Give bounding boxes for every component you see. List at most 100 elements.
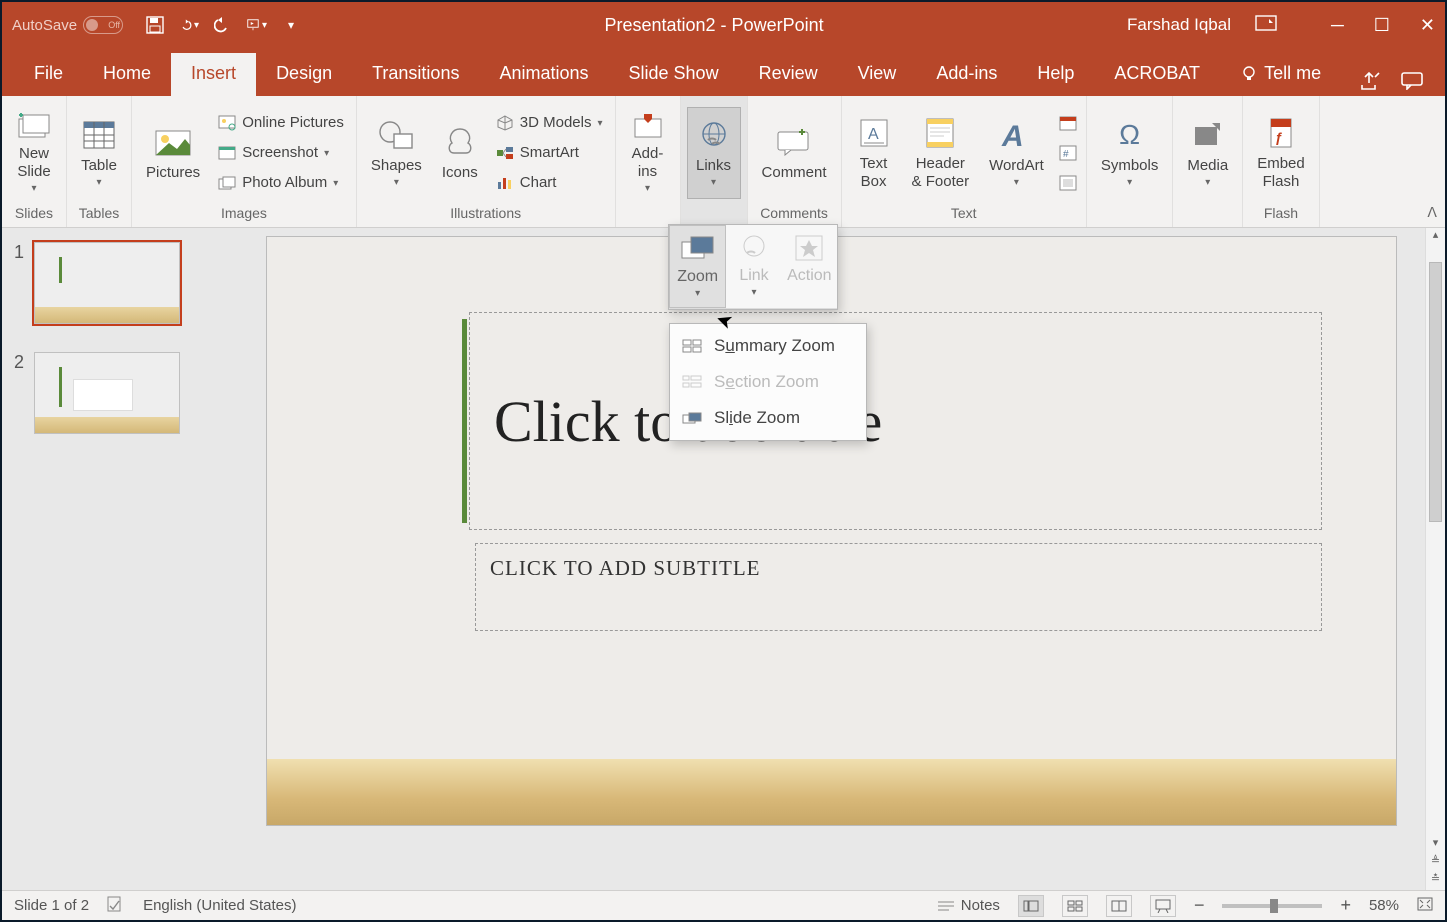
scroll-down-arrow[interactable]: ▾ (1426, 836, 1445, 854)
title-placeholder-box[interactable]: Click to add title (469, 312, 1322, 530)
comment-button[interactable]: Comment (754, 107, 835, 199)
shapes-button[interactable]: Shapes ▾ (363, 107, 430, 199)
zoom-in-button[interactable]: + (1340, 895, 1351, 916)
maximize-button[interactable]: ☐ (1374, 15, 1390, 36)
object-button[interactable] (1056, 168, 1080, 198)
tellme-label: Tell me (1264, 63, 1321, 84)
toggle-switch[interactable]: Off (83, 16, 123, 34)
photo-album-label: Photo Album (242, 174, 327, 192)
save-icon[interactable] (145, 15, 165, 35)
tab-view[interactable]: View (838, 53, 917, 96)
reading-view-button[interactable] (1106, 895, 1132, 917)
slide-number-icon: # (1059, 145, 1077, 161)
chevron-down-icon: ▾ (695, 288, 700, 299)
chevron-down-icon: ▾ (711, 177, 716, 189)
header-footer-label: Header& Footer (912, 155, 970, 191)
collapse-ribbon-icon[interactable]: ᐱ (1427, 204, 1437, 221)
group-links-label (687, 205, 741, 225)
slide-counter[interactable]: Slide 1 of 2 (14, 897, 89, 914)
slide-thumbnail-2[interactable] (34, 352, 180, 434)
autosave-toggle[interactable]: AutoSave Off (12, 16, 123, 34)
scrollbar-thumb[interactable] (1429, 262, 1442, 522)
zoom-out-button[interactable]: − (1194, 895, 1205, 916)
zoom-submenu: Summary Zoom Section Zoom Slide Zoom (669, 323, 867, 441)
wordart-button[interactable]: A WordArt ▾ (981, 107, 1052, 199)
link-label: Link (739, 267, 768, 285)
close-button[interactable]: ✕ (1420, 15, 1435, 36)
tab-file[interactable]: File (14, 53, 83, 96)
ribbon-display-icon[interactable] (1255, 15, 1277, 36)
photo-album-button[interactable]: Photo Album ▾ (212, 168, 350, 198)
tab-design[interactable]: Design (256, 53, 352, 96)
notes-button[interactable]: Notes (937, 897, 1000, 914)
tab-slideshow[interactable]: Slide Show (609, 53, 739, 96)
prev-slide-arrow[interactable]: ≜ (1426, 854, 1445, 872)
sorter-view-button[interactable] (1062, 895, 1088, 917)
slideshow-view-button[interactable] (1150, 895, 1176, 917)
table-button[interactable]: Table ▾ (73, 107, 125, 199)
tab-animations[interactable]: Animations (479, 53, 608, 96)
date-icon (1059, 115, 1077, 131)
vertical-scrollbar[interactable]: ▴ ▾ ≜ ≛ (1425, 228, 1445, 890)
new-slide-button[interactable]: NewSlide ▾ (8, 107, 60, 199)
slide-floor-graphic (267, 759, 1396, 825)
online-pictures-button[interactable]: Online Pictures (212, 108, 350, 138)
chart-button[interactable]: Chart (490, 168, 609, 198)
zoom-slider-thumb[interactable] (1270, 899, 1278, 913)
minimize-button[interactable]: ─ (1331, 15, 1344, 36)
slide-zoom-item[interactable]: Slide Zoom (670, 400, 866, 436)
3d-models-button[interactable]: 3D Models ▾ (490, 108, 609, 138)
chevron-down-icon: ▾ (333, 178, 338, 190)
next-slide-arrow[interactable]: ≛ (1426, 872, 1445, 890)
symbols-button[interactable]: Ω Symbols ▾ (1093, 107, 1167, 199)
date-time-button[interactable] (1056, 108, 1080, 138)
photo-album-icon (218, 174, 236, 192)
normal-view-button[interactable] (1018, 895, 1044, 917)
tab-home[interactable]: Home (83, 53, 171, 96)
undo-icon[interactable]: ▾ (179, 15, 199, 35)
group-addins-label (622, 205, 674, 225)
zoom-slider[interactable] (1222, 904, 1322, 908)
share-icon[interactable] (1359, 71, 1381, 96)
icons-button[interactable]: Icons (434, 107, 486, 199)
slide-thumbnail-1[interactable] (34, 242, 180, 324)
svg-text:ƒ: ƒ (1275, 129, 1283, 145)
user-name[interactable]: Farshad Iqbal (1127, 15, 1231, 35)
start-from-beginning-icon[interactable]: ▾ (247, 15, 267, 35)
fit-to-window-button[interactable] (1417, 897, 1433, 915)
accent-bar (59, 257, 62, 283)
screenshot-button[interactable]: Screenshot ▾ (212, 138, 350, 168)
tab-tellme[interactable]: Tell me (1220, 53, 1341, 96)
tab-help[interactable]: Help (1017, 53, 1094, 96)
symbols-label: Symbols (1101, 157, 1159, 175)
zoom-button[interactable]: Zoom ▾ (669, 225, 726, 308)
redo-icon[interactable] (213, 15, 233, 35)
textbox-button[interactable]: A TextBox (848, 107, 900, 199)
addins-icon (630, 111, 666, 141)
scroll-up-arrow[interactable]: ▴ (1426, 228, 1445, 246)
slide-number-button[interactable]: # (1056, 138, 1080, 168)
smartart-button[interactable]: SmartArt (490, 138, 609, 168)
language-label[interactable]: English (United States) (143, 897, 296, 914)
qat-customize-icon[interactable]: ▾ (281, 15, 301, 35)
summary-zoom-item[interactable]: Summary Zoom (670, 328, 866, 364)
group-flash-label: Flash (1249, 205, 1313, 225)
spellcheck-icon[interactable] (107, 896, 125, 916)
comments-icon[interactable] (1401, 72, 1423, 95)
subtitle-placeholder-box[interactable]: CLICK TO ADD SUBTITLE (475, 543, 1322, 631)
addins-button[interactable]: Add-ins ▾ (622, 107, 674, 199)
header-footer-button[interactable]: Header& Footer (904, 107, 978, 199)
tab-review[interactable]: Review (739, 53, 838, 96)
tab-addins[interactable]: Add-ins (916, 53, 1017, 96)
tab-acrobat[interactable]: ACROBAT (1094, 53, 1220, 96)
tab-transitions[interactable]: Transitions (352, 53, 479, 96)
links-button[interactable]: Links ▾ (687, 107, 741, 199)
embed-flash-button[interactable]: ƒ EmbedFlash (1249, 107, 1313, 199)
slide-zoom-icon (682, 410, 702, 426)
pictures-button[interactable]: Pictures (138, 107, 208, 199)
media-button[interactable]: Media ▾ (1179, 107, 1236, 199)
action-button: Action (782, 225, 837, 308)
zoom-percent[interactable]: 58% (1369, 897, 1399, 914)
slide-thumbnails-panel[interactable]: 1 2 (2, 228, 218, 890)
tab-insert[interactable]: Insert (171, 53, 256, 96)
